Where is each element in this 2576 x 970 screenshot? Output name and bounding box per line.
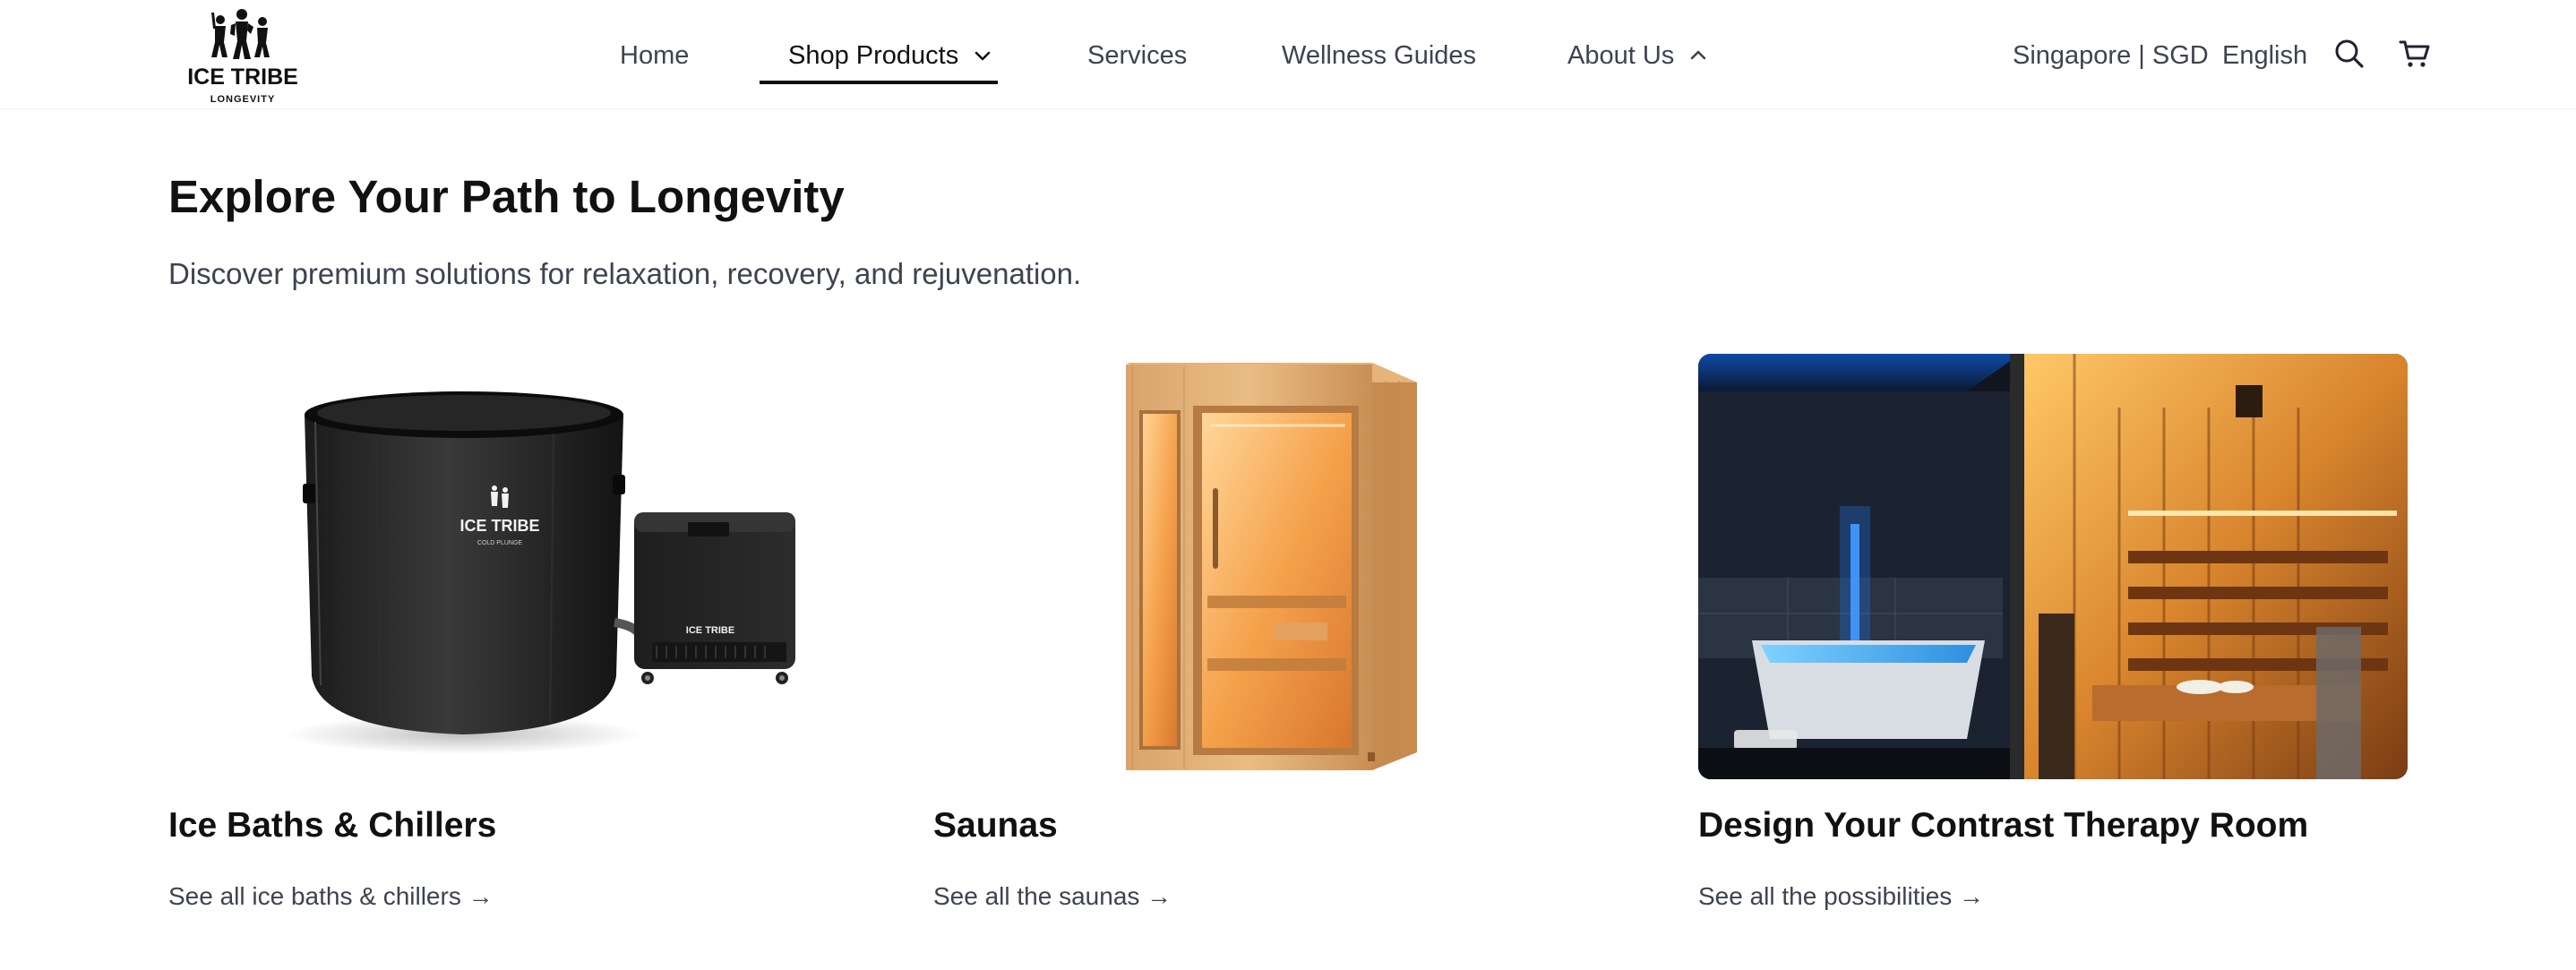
svg-text:COLD PLUNGE: COLD PLUNGE <box>477 540 523 546</box>
active-nav-indicator <box>760 81 998 84</box>
chevron-down-icon <box>975 51 991 61</box>
nav-shop-products-label: Shop Products <box>788 40 959 70</box>
cart-icon <box>2399 40 2430 67</box>
region-label: Singapore | SGD <box>2013 40 2209 70</box>
card-contrast-therapy-title: Design Your Contrast Therapy Room <box>1698 806 2309 845</box>
see-all-saunas-link[interactable]: See all the saunas → <box>933 882 1172 911</box>
nav-home-label: Home <box>620 40 690 70</box>
chevron-up-icon <box>1690 50 1706 60</box>
card-saunas-title: Saunas <box>933 806 1058 845</box>
site-header: ICE TRIBE LONGEVITY Home Shop Products S… <box>0 0 2576 109</box>
language-label: English <box>2222 40 2308 70</box>
page-subtitle: Discover premium solutions for relaxatio… <box>168 257 1082 290</box>
svg-text:ICE TRIBE: ICE TRIBE <box>459 517 539 535</box>
card-ice-baths[interactable]: ICE TRIBE COLD PLUNGE ICE TRIBE Ice Bath… <box>168 354 878 927</box>
page-title: Explore Your Path to Longevity <box>168 171 845 222</box>
card-ice-baths-title: Ice Baths & Chillers <box>168 806 497 845</box>
nav-about-us[interactable]: About Us <box>1567 36 1708 75</box>
see-all-ice-baths-link[interactable]: See all ice baths & chillers → <box>168 882 494 911</box>
contrast-therapy-room-illustration <box>1698 354 2408 779</box>
nav-services[interactable]: Services <box>1087 36 1187 75</box>
card-saunas[interactable]: Saunas See all the saunas → <box>933 354 1643 927</box>
ice-bath-image[interactable]: ICE TRIBE COLD PLUNGE ICE TRIBE <box>168 354 878 779</box>
nav-wellness-guides-label: Wellness Guides <box>1282 40 1477 70</box>
nav-home[interactable]: Home <box>620 36 689 75</box>
svg-text:LONGEVITY: LONGEVITY <box>210 94 276 105</box>
nav-shop-products[interactable]: Shop Products <box>788 36 992 75</box>
see-all-possibilities-link[interactable]: See all the possibilities → <box>1698 882 1984 911</box>
card-contrast-therapy[interactable]: Design Your Contrast Therapy Room See al… <box>1698 354 2408 927</box>
contrast-therapy-room-image[interactable] <box>1698 354 2408 779</box>
search-icon <box>2335 39 2364 68</box>
nav-wellness-guides[interactable]: Wellness Guides <box>1282 36 1476 75</box>
cart-button[interactable] <box>2395 34 2434 73</box>
svg-text:ICE TRIBE: ICE TRIBE <box>187 64 298 90</box>
nav-services-label: Services <box>1087 40 1188 70</box>
ice-tribe-logo[interactable]: ICE TRIBE LONGEVITY <box>185 2 301 107</box>
region-selector[interactable]: Singapore | SGD <box>2013 36 2209 75</box>
language-selector[interactable]: English <box>2222 36 2307 75</box>
ice-bath-illustration: ICE TRIBE COLD PLUNGE ICE TRIBE <box>168 354 878 779</box>
sauna-illustration <box>933 354 1643 779</box>
svg-text:ICE TRIBE: ICE TRIBE <box>686 625 734 636</box>
sauna-image[interactable] <box>933 354 1643 779</box>
logo-mark-icon: ICE TRIBE LONGEVITY <box>187 9 298 105</box>
search-button[interactable] <box>2330 34 2369 73</box>
nav-about-us-label: About Us <box>1567 40 1675 70</box>
